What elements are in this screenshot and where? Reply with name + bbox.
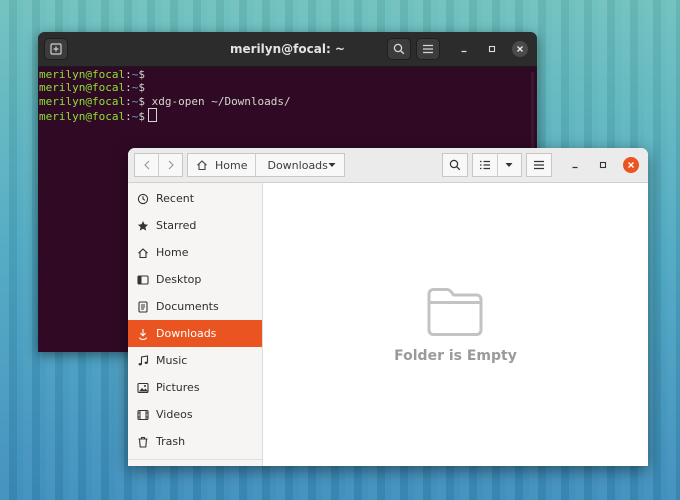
terminal-command: xdg-open ~/Downloads/ [151, 94, 291, 108]
forward-button[interactable] [159, 160, 182, 170]
prompt-dollar: $ [138, 68, 145, 81]
hamburger-menu-icon [534, 160, 544, 170]
forward-arrow-icon [168, 160, 174, 170]
terminal-close-button[interactable] [512, 41, 528, 57]
file-view[interactable]: Folder is Empty [263, 183, 648, 466]
prompt-separator: : [125, 109, 132, 123]
star-icon [137, 220, 149, 232]
download-icon [137, 328, 149, 340]
sidebar-item-label: Desktop [156, 273, 202, 286]
sidebar-item-recent[interactable]: Recent [128, 185, 262, 212]
clock-icon [137, 193, 149, 205]
desktop-icon [137, 274, 149, 286]
back-button[interactable] [135, 160, 158, 170]
files-menu-button[interactable] [526, 153, 552, 177]
close-icon [628, 162, 634, 168]
prompt-separator: : [125, 81, 132, 95]
sidebar-item-label: Home [156, 246, 189, 259]
files-maximize-button[interactable] [595, 157, 611, 173]
prompt-separator: : [125, 94, 132, 108]
empty-folder-message: Folder is Empty [394, 348, 517, 364]
sidebar-item-label: Downloads [156, 327, 217, 340]
files-minimize-button[interactable] [567, 157, 583, 173]
document-icon [137, 300, 149, 313]
terminal-output[interactable]: merilyn@focal:~$ merilyn@focal:~$ merily… [38, 67, 537, 123]
empty-folder-icon [427, 288, 483, 336]
sidebar-divider [128, 459, 262, 460]
path-bar: Home Downloads [187, 153, 345, 177]
terminal-search-button[interactable] [387, 38, 411, 60]
chevron-down-icon [328, 163, 336, 167]
sidebar-item-label: Trash [156, 435, 186, 448]
back-arrow-icon [143, 160, 149, 170]
prompt-user: merilyn@focal [39, 68, 126, 81]
prompt-separator: : [125, 68, 132, 81]
minimize-icon [572, 166, 578, 169]
files-close-button[interactable] [623, 157, 639, 173]
minimize-icon [461, 50, 467, 53]
sidebar-item-label: Documents [156, 300, 219, 313]
terminal-line: merilyn@focal:~$ xdg-open ~/Downloads/ [39, 95, 537, 108]
sidebar-item-starred[interactable]: Starred [128, 212, 262, 239]
view-options-button[interactable] [498, 162, 522, 168]
prompt-dollar: $ [138, 109, 145, 123]
terminal-minimize-button[interactable] [456, 41, 472, 57]
files-search-button[interactable] [442, 153, 468, 177]
prompt-user: merilyn@focal [39, 81, 126, 95]
terminal-line: merilyn@focal:~$ [39, 107, 537, 123]
home-icon [197, 160, 207, 171]
terminal-maximize-button[interactable] [484, 41, 500, 57]
terminal-cursor [147, 107, 157, 122]
sidebar-item-downloads[interactable]: Downloads [128, 320, 262, 347]
maximize-icon [599, 161, 607, 169]
prompt-dollar: $ [138, 94, 145, 108]
files-headerbar[interactable]: Home Downloads [128, 148, 648, 183]
picture-icon [137, 382, 149, 394]
close-icon [517, 46, 523, 52]
prompt-user: merilyn@focal [39, 94, 126, 108]
terminal-line: merilyn@focal:~$ [39, 81, 537, 94]
sidebar-item-label: Music [156, 354, 188, 367]
prompt-user: merilyn@focal [39, 109, 126, 123]
trash-icon [137, 436, 149, 448]
view-switcher [472, 153, 522, 177]
hamburger-menu-icon [423, 44, 433, 54]
search-icon [449, 159, 461, 171]
terminal-line: merilyn@focal:~$ [39, 68, 537, 81]
sidebar-item-videos[interactable]: Videos [128, 401, 262, 428]
music-note-icon [137, 354, 149, 367]
list-view-icon [479, 160, 490, 170]
home-icon [137, 247, 149, 259]
prompt-dollar: $ [138, 81, 145, 95]
path-home-button[interactable]: Home [188, 154, 255, 176]
terminal-menu-button[interactable] [416, 38, 440, 60]
sidebar-item-documents[interactable]: Documents [128, 293, 262, 320]
search-icon [393, 43, 405, 55]
sidebar-item-label: Videos [156, 408, 193, 421]
sidebar-item-trash[interactable]: Trash [128, 428, 262, 455]
video-icon [137, 409, 149, 421]
maximize-icon [488, 45, 496, 53]
files-window[interactable]: Home Downloads Recent Starred Home Deskt… [128, 148, 648, 466]
chevron-down-icon [505, 163, 513, 167]
sidebar-item-music[interactable]: Music [128, 347, 262, 374]
nav-buttons [134, 153, 183, 177]
sidebar-item-pictures[interactable]: Pictures [128, 374, 262, 401]
sidebar-item-label: Starred [156, 219, 197, 232]
path-home-label: Home [215, 158, 248, 172]
path-current-button[interactable]: Downloads [256, 154, 344, 176]
sidebar-item-label: Recent [156, 192, 195, 205]
sidebar-item-home[interactable]: Home [128, 239, 262, 266]
list-view-button[interactable] [473, 160, 497, 170]
terminal-headerbar[interactable]: merilyn@focal: ~ [38, 32, 537, 67]
sidebar-item-desktop[interactable]: Desktop [128, 266, 262, 293]
places-sidebar: Recent Starred Home Desktop Documents Do… [128, 183, 263, 466]
path-current-label: Downloads [267, 158, 328, 172]
sidebar-item-label: Pictures [156, 381, 200, 394]
